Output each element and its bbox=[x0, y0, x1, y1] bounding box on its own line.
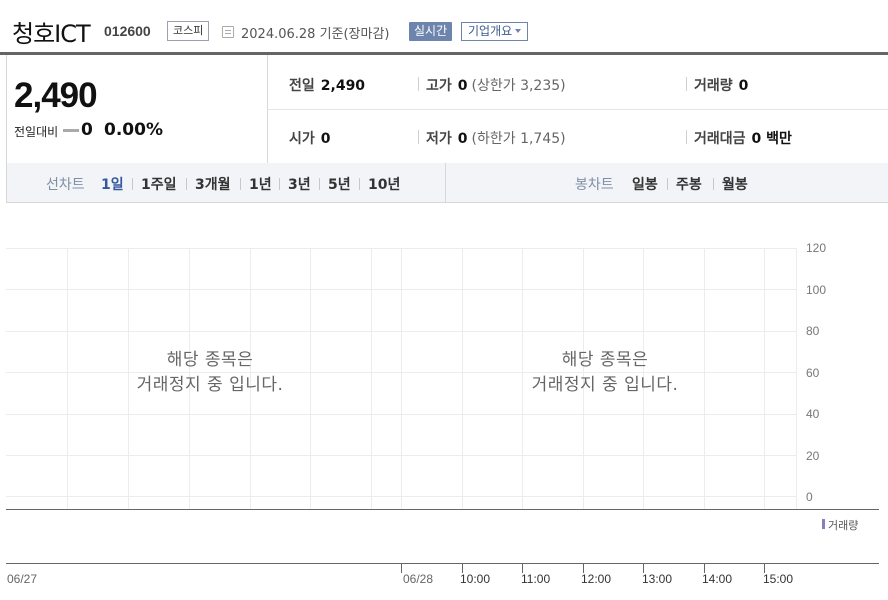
period-separator bbox=[319, 178, 320, 190]
x-tick-label: 06/28 bbox=[403, 572, 434, 586]
halt-message-line: 거래정지 중 입니다. bbox=[136, 375, 284, 395]
period-1w[interactable]: 1주일 bbox=[141, 174, 177, 194]
prev-close-stat: 전일 2,490 bbox=[289, 78, 366, 94]
stock-code: 012600 bbox=[104, 23, 151, 39]
stat-separator bbox=[418, 130, 419, 144]
halt-message-line: 거래정지 중 입니다. bbox=[531, 375, 679, 395]
period-1y[interactable]: 1년 bbox=[249, 174, 272, 194]
grid-line bbox=[764, 248, 765, 509]
stats-row-divider bbox=[267, 109, 888, 110]
calendar-icon bbox=[222, 26, 234, 38]
period-separator bbox=[240, 178, 241, 190]
x-axis bbox=[6, 563, 879, 564]
market-badge: 코스피 bbox=[167, 21, 210, 41]
stat-separator bbox=[686, 130, 687, 144]
period-1d[interactable]: 1일 bbox=[101, 174, 124, 194]
grid-line bbox=[401, 248, 402, 509]
change-value: 0 bbox=[81, 120, 93, 140]
x-tick-label: 13:00 bbox=[642, 572, 673, 586]
trading-halt-message: 해당 종목은 거래정지 중 입니다. bbox=[475, 348, 735, 398]
line-chart-label: 선차트 bbox=[46, 177, 85, 193]
open-stat: 시가 0 bbox=[289, 131, 331, 147]
change-label: 전일대비 bbox=[14, 125, 59, 139]
period-bar bbox=[6, 163, 888, 203]
y-tick-label: 100 bbox=[806, 283, 827, 297]
halt-message-line: 해당 종목은 bbox=[166, 350, 254, 370]
stock-name: 청호ICT bbox=[12, 20, 91, 48]
flat-change-icon bbox=[63, 129, 79, 132]
company-info-label: 기업개요 bbox=[468, 24, 513, 38]
y-tick-label: 20 bbox=[806, 449, 820, 463]
x-tick bbox=[401, 563, 402, 573]
candle-daily[interactable]: 일봉 bbox=[632, 174, 658, 194]
period-10y[interactable]: 10년 bbox=[368, 174, 400, 194]
high-stat: 고가 0 (상한가 3,235) bbox=[426, 78, 566, 94]
period-5y[interactable]: 5년 bbox=[328, 174, 351, 194]
period-separator bbox=[713, 178, 714, 190]
x-tick-label: 11:00 bbox=[521, 572, 551, 586]
x-tick-label: 12:00 bbox=[581, 572, 612, 586]
x-tick-label: 06/27 bbox=[7, 572, 38, 586]
trading-halt-message: 해당 종목은 거래정지 중 입니다. bbox=[80, 348, 340, 398]
period-bar-divider bbox=[445, 163, 446, 202]
company-info-dropdown[interactable]: 기업개요 bbox=[461, 22, 529, 41]
x-tick-label: 14:00 bbox=[702, 572, 733, 586]
amount-stat: 거래대금 0 백만 bbox=[694, 131, 792, 147]
period-separator bbox=[186, 178, 187, 190]
candle-monthly[interactable]: 월봉 bbox=[722, 174, 748, 194]
period-separator bbox=[279, 178, 280, 190]
y-tick-label: 80 bbox=[806, 324, 820, 338]
candle-weekly[interactable]: 주봉 bbox=[676, 174, 702, 194]
period-separator bbox=[359, 178, 360, 190]
stat-separator bbox=[418, 77, 419, 91]
grid-line bbox=[371, 248, 372, 509]
x-tick-label: 10:00 bbox=[460, 572, 491, 586]
halt-message-line: 해당 종목은 bbox=[561, 350, 649, 370]
chart-baseline bbox=[6, 509, 879, 510]
volume-stat: 거래량 0 bbox=[694, 78, 749, 94]
change-percent: 0.00% bbox=[104, 120, 163, 140]
y-tick-label: 120 bbox=[806, 241, 827, 255]
realtime-button[interactable]: 실시간 bbox=[409, 22, 453, 41]
chevron-down-icon bbox=[515, 29, 522, 33]
grid-line bbox=[67, 248, 68, 509]
low-stat: 저가 0 (하한가 1,745) bbox=[426, 131, 566, 147]
period-separator bbox=[667, 178, 668, 190]
volume-legend-marker bbox=[822, 519, 825, 529]
candle-chart-label: 봉차트 bbox=[575, 177, 614, 193]
period-3m[interactable]: 3개월 bbox=[195, 174, 231, 194]
volume-legend: 거래량 bbox=[828, 519, 859, 532]
grid-line bbox=[796, 248, 797, 509]
base-date: 2024.06.28 기준(장마감) bbox=[241, 27, 390, 42]
y-tick-label: 40 bbox=[806, 407, 820, 421]
period-3y[interactable]: 3년 bbox=[288, 174, 311, 194]
stat-separator bbox=[686, 77, 687, 91]
current-price: 2,490 bbox=[14, 76, 98, 115]
period-separator bbox=[132, 178, 133, 190]
grid-line bbox=[462, 248, 463, 509]
y-tick-label: 60 bbox=[806, 366, 820, 380]
y-tick-label: 0 bbox=[806, 490, 813, 504]
x-tick-label: 15:00 bbox=[763, 572, 794, 586]
